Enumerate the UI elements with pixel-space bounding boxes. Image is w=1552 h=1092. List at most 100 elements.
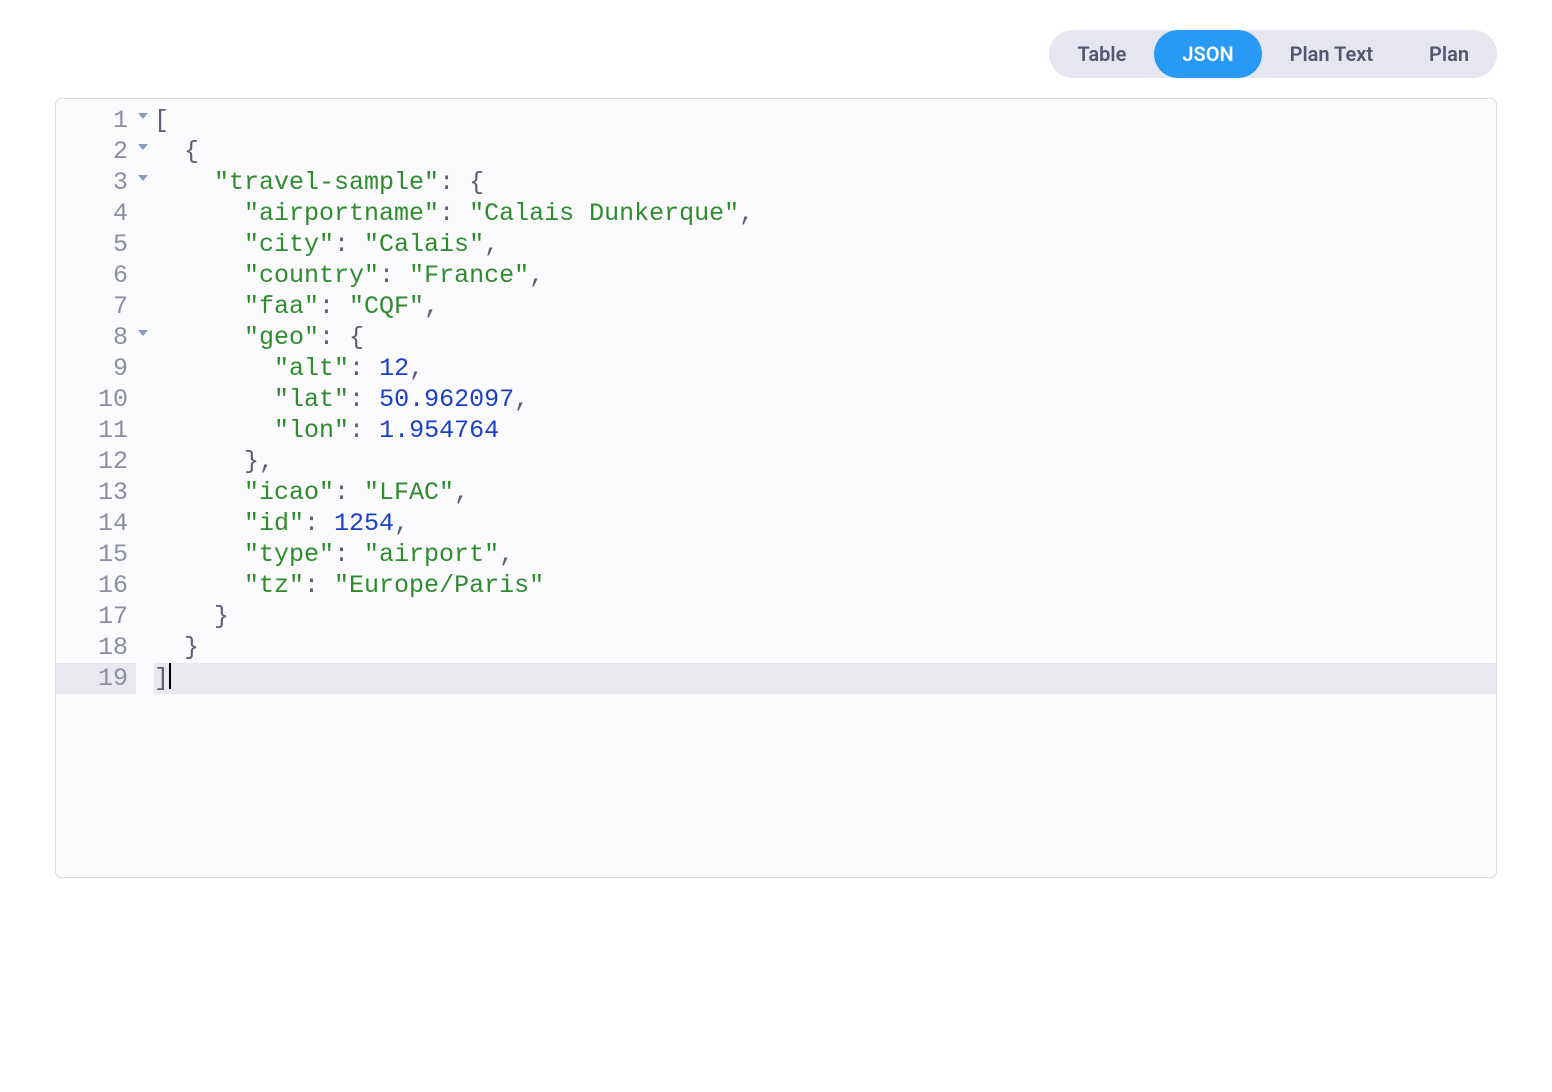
line-number: 5 (56, 229, 136, 260)
token: "airportname" (244, 199, 439, 228)
token: "CQF" (349, 292, 424, 321)
line-number: 13 (56, 477, 136, 508)
token: "lon" (274, 416, 349, 445)
code-line[interactable]: "id": 1254, (154, 508, 1496, 539)
code-line[interactable]: "faa": "CQF", (154, 291, 1496, 322)
code-line[interactable]: "lat": 50.962097, (154, 384, 1496, 415)
token: "tz" (244, 571, 304, 600)
token: "Calais Dunkerque" (469, 199, 739, 228)
line-number: 7 (56, 291, 136, 322)
tab-table[interactable]: Table (1049, 30, 1154, 78)
token: } (184, 633, 199, 662)
line-number: 18 (56, 632, 136, 663)
token: "lat" (274, 385, 349, 414)
token: "city" (244, 230, 334, 259)
token: : (319, 323, 349, 352)
line-number: 15 (56, 539, 136, 570)
token: , (484, 230, 499, 259)
token: , (454, 478, 469, 507)
token: "icao" (244, 478, 334, 507)
code-line[interactable]: "lon": 1.954764 (154, 415, 1496, 446)
token: : (379, 261, 409, 290)
token: 1254 (334, 509, 394, 538)
token: : (349, 354, 379, 383)
token: "country" (244, 261, 379, 290)
line-number: 9 (56, 353, 136, 384)
line-number: 11 (56, 415, 136, 446)
code-line[interactable]: "geo": { (154, 322, 1496, 353)
json-editor[interactable]: 12345678910111213141516171819 [ { "trave… (55, 98, 1497, 878)
code-line[interactable]: "tz": "Europe/Paris" (154, 570, 1496, 601)
code-line[interactable]: "travel-sample": { (154, 167, 1496, 198)
token: , (394, 509, 409, 538)
token: : (349, 416, 379, 445)
token: , (409, 354, 424, 383)
view-tabs: TableJSONPlan TextPlan (55, 30, 1497, 78)
code-line[interactable]: "country": "France", (154, 260, 1496, 291)
token: { (349, 323, 364, 352)
token: : (304, 571, 334, 600)
token: "alt" (274, 354, 349, 383)
code-line[interactable]: } (154, 601, 1496, 632)
token: } (214, 602, 229, 631)
token: , (259, 447, 274, 476)
token: "Europe/Paris" (334, 571, 544, 600)
line-number-gutter: 12345678910111213141516171819 (56, 99, 136, 877)
code-line[interactable]: "icao": "LFAC", (154, 477, 1496, 508)
tab-plan-text[interactable]: Plan Text (1262, 30, 1401, 78)
code-line[interactable]: "alt": 12, (154, 353, 1496, 384)
line-number: 3 (56, 167, 136, 198)
token: 1.954764 (379, 416, 499, 445)
line-number: 17 (56, 601, 136, 632)
token: 12 (379, 354, 409, 383)
line-number: 1 (56, 105, 136, 136)
line-number: 14 (56, 508, 136, 539)
token: , (529, 261, 544, 290)
code-line[interactable]: } (154, 632, 1496, 663)
token: : (319, 292, 349, 321)
tab-json[interactable]: JSON (1154, 30, 1261, 78)
token: } (244, 447, 259, 476)
token: "travel-sample" (214, 168, 439, 197)
tab-group: TableJSONPlan TextPlan (1049, 30, 1497, 78)
token: , (424, 292, 439, 321)
fold-toggle-icon[interactable] (138, 175, 148, 181)
token: "France" (409, 261, 529, 290)
token: "geo" (244, 323, 319, 352)
token: : (439, 199, 469, 228)
code-line[interactable]: "city": "Calais", (154, 229, 1496, 260)
token: : (334, 230, 364, 259)
line-number: 6 (56, 260, 136, 291)
line-number: 4 (56, 198, 136, 229)
token: : (334, 478, 364, 507)
line-number: 19 (56, 663, 136, 694)
token: : (349, 385, 379, 414)
token: "Calais" (364, 230, 484, 259)
code-line[interactable]: "type": "airport", (154, 539, 1496, 570)
fold-toggle-icon[interactable] (138, 113, 148, 119)
code-line[interactable]: }, (154, 446, 1496, 477)
token: "LFAC" (364, 478, 454, 507)
token: "id" (244, 509, 304, 538)
token: , (739, 199, 754, 228)
token: "faa" (244, 292, 319, 321)
line-number: 10 (56, 384, 136, 415)
token: : (439, 168, 469, 197)
token: 50.962097 (379, 385, 514, 414)
code-line[interactable]: "airportname": "Calais Dunkerque", (154, 198, 1496, 229)
token: , (499, 540, 514, 569)
fold-toggle-icon[interactable] (138, 144, 148, 150)
token: { (469, 168, 484, 197)
code-line[interactable]: ] (154, 663, 1496, 694)
cursor (169, 663, 171, 689)
code-line[interactable]: [ (154, 105, 1496, 136)
code-line[interactable]: { (154, 136, 1496, 167)
token: , (514, 385, 529, 414)
line-number: 12 (56, 446, 136, 477)
code-area[interactable]: [ { "travel-sample": { "airportname": "C… (136, 99, 1496, 877)
tab-plan[interactable]: Plan (1401, 30, 1497, 78)
fold-toggle-icon[interactable] (138, 330, 148, 336)
token: "type" (244, 540, 334, 569)
token: [ (154, 106, 169, 135)
token: { (184, 137, 199, 166)
